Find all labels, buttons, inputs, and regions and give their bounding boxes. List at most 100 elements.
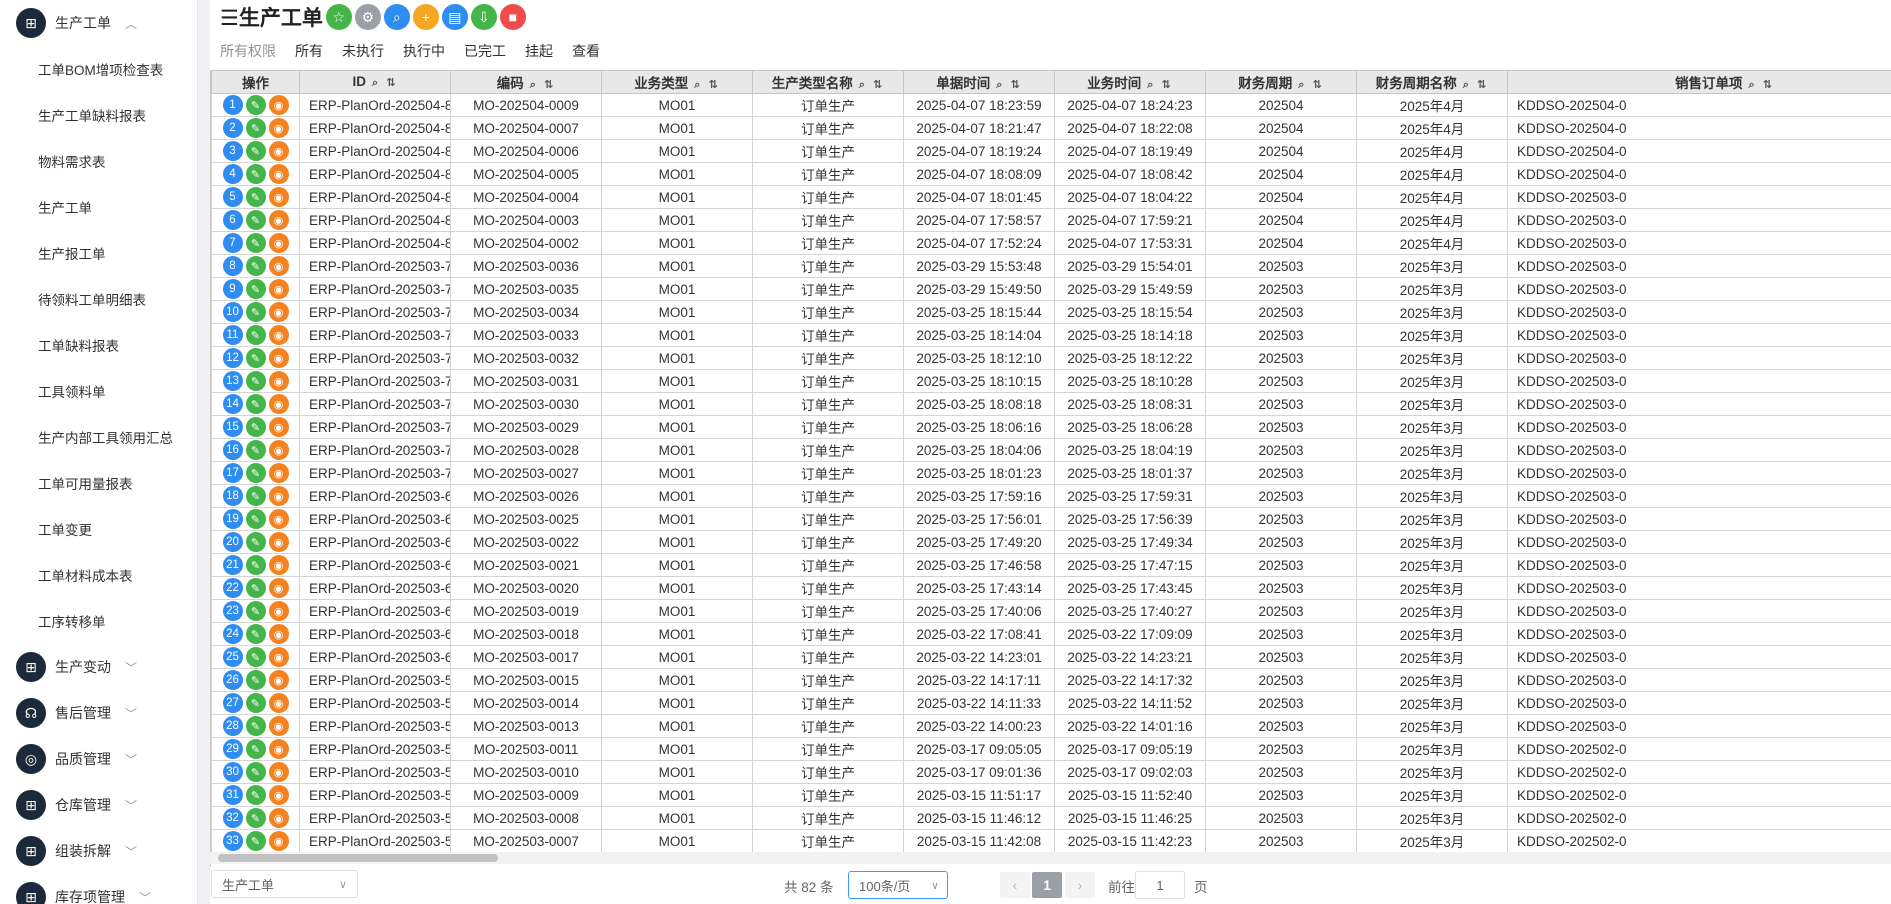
edit-icon[interactable]: ✎ <box>245 95 266 115</box>
next-page-button[interactable]: › <box>1065 872 1095 898</box>
menu-group[interactable]: ◎ 品质管理 ﹀ <box>0 736 197 782</box>
table-row[interactable]: 2 ✎ ◉ ERP-PlanOrd-202504-86 MO-202504-0007 MO… <box>211 116 1891 140</box>
tab-item[interactable]: 查看 <box>572 41 600 61</box>
edit-icon[interactable]: ✎ <box>245 785 266 805</box>
column-header-so_item[interactable]: 销售订单项 ⌕ ⇅ <box>1507 70 1891 94</box>
table-row[interactable]: 32 ✎ ◉ ERP-PlanOrd-202503-51 MO-202503-0008 M… <box>211 806 1891 830</box>
eye-icon[interactable]: ◉ <box>268 95 289 115</box>
edit-icon[interactable]: ✎ <box>245 233 266 253</box>
document-button[interactable]: ▤ <box>441 4 468 30</box>
filter-icon[interactable]: ⌕ <box>859 79 867 91</box>
table-row[interactable]: 30 ✎ ◉ ERP-PlanOrd-202503-53 MO-202503-0010 M… <box>211 760 1891 784</box>
sort-icon[interactable]: ⇅ <box>1161 79 1172 91</box>
filter-icon[interactable]: ⌕ <box>1147 79 1155 91</box>
eye-icon[interactable]: ◉ <box>268 233 289 253</box>
edit-icon[interactable]: ✎ <box>245 532 266 552</box>
submenu-item[interactable]: 物料需求表 <box>0 138 197 184</box>
table-row[interactable]: 9 ✎ ◉ ERP-PlanOrd-202503-78 MO-202503-0035 MO… <box>211 277 1891 301</box>
eye-icon[interactable]: ◉ <box>268 141 289 161</box>
eye-icon[interactable]: ◉ <box>268 555 289 575</box>
eye-icon[interactable]: ◉ <box>268 647 289 667</box>
edit-icon[interactable]: ✎ <box>245 509 266 529</box>
eye-icon[interactable]: ◉ <box>268 808 289 828</box>
table-row[interactable]: 5 ✎ ◉ ERP-PlanOrd-202504-83 MO-202504-0004 MO… <box>211 185 1891 209</box>
eye-icon[interactable]: ◉ <box>268 118 289 138</box>
edit-icon[interactable]: ✎ <box>245 394 266 414</box>
favorite-button[interactable]: ☆ <box>325 4 352 30</box>
submenu-item[interactable]: 工单材料成本表 <box>0 552 197 598</box>
edit-icon[interactable]: ✎ <box>245 118 266 138</box>
export-button[interactable]: ⇩ <box>470 4 497 30</box>
tab-item[interactable]: 所有 <box>295 41 323 61</box>
filter-icon[interactable]: ⌕ <box>372 77 380 89</box>
eye-icon[interactable]: ◉ <box>268 624 289 644</box>
edit-icon[interactable]: ✎ <box>245 256 266 276</box>
table-row[interactable]: 4 ✎ ◉ ERP-PlanOrd-202504-84 MO-202504-0005 MO… <box>211 162 1891 186</box>
eye-icon[interactable]: ◉ <box>268 279 289 299</box>
submenu-item[interactable]: 工序转移单 <box>0 598 197 644</box>
table-row[interactable]: 28 ✎ ◉ ERP-PlanOrd-202503-56 MO-202503-0013 M… <box>211 714 1891 738</box>
edit-icon[interactable]: ✎ <box>245 486 266 506</box>
eye-icon[interactable]: ◉ <box>268 785 289 805</box>
sort-icon[interactable]: ⇅ <box>873 79 884 91</box>
edit-icon[interactable]: ✎ <box>245 578 266 598</box>
edit-icon[interactable]: ✎ <box>245 417 266 437</box>
edit-icon[interactable]: ✎ <box>245 325 266 345</box>
menu-group[interactable]: ⊞ 组装拆解 ﹀ <box>0 828 197 874</box>
table-row[interactable]: 13 ✎ ◉ ERP-PlanOrd-202503-74 MO-202503-0031 M… <box>211 369 1891 393</box>
filter-icon[interactable]: ⌕ <box>1749 79 1757 91</box>
table-row[interactable]: 18 ✎ ◉ ERP-PlanOrd-202503-69 MO-202503-0026 M… <box>211 484 1891 508</box>
table-row[interactable]: 25 ✎ ◉ ERP-PlanOrd-202503-60 MO-202503-0017 M… <box>211 645 1891 669</box>
menu-group[interactable]: ⊞ 生产变动 ﹀ <box>0 644 197 690</box>
eye-icon[interactable]: ◉ <box>268 371 289 391</box>
settings-button[interactable]: ⚙ <box>354 4 381 30</box>
edit-icon[interactable]: ✎ <box>245 164 266 184</box>
filter-icon[interactable]: ⌕ <box>694 79 702 91</box>
eye-icon[interactable]: ◉ <box>268 440 289 460</box>
eye-icon[interactable]: ◉ <box>268 325 289 345</box>
submenu-item[interactable]: 生产工单缺料报表 <box>0 92 197 138</box>
eye-icon[interactable]: ◉ <box>268 302 289 322</box>
submenu-item[interactable]: 工单BOM增项检查表 <box>0 46 197 92</box>
table-row[interactable]: 10 ✎ ◉ ERP-PlanOrd-202503-77 MO-202503-0034 M… <box>211 300 1891 324</box>
menu-group[interactable]: ☊ 售后管理 ﹀ <box>0 690 197 736</box>
sort-icon[interactable]: ⇅ <box>1477 79 1488 91</box>
sort-icon[interactable]: ⇅ <box>708 79 719 91</box>
eye-icon[interactable]: ◉ <box>268 394 289 414</box>
table-row[interactable]: 12 ✎ ◉ ERP-PlanOrd-202503-75 MO-202503-0032 M… <box>211 346 1891 370</box>
edit-icon[interactable]: ✎ <box>245 831 266 851</box>
sort-icon[interactable]: ⇅ <box>1763 79 1774 91</box>
sidebar-scrollbar[interactable] <box>198 0 210 904</box>
table-row[interactable]: 14 ✎ ◉ ERP-PlanOrd-202503-73 MO-202503-0030 M… <box>211 392 1891 416</box>
column-header-biz_type[interactable]: 业务类型 ⌕ ⇅ <box>601 70 753 94</box>
edit-icon[interactable]: ✎ <box>245 302 266 322</box>
edit-icon[interactable]: ✎ <box>245 624 266 644</box>
eye-icon[interactable]: ◉ <box>268 509 289 529</box>
tab-item[interactable]: 所有权限 <box>220 41 276 61</box>
table-row[interactable]: 17 ✎ ◉ ERP-PlanOrd-202503-70 MO-202503-0027 M… <box>211 461 1891 485</box>
goto-page-input[interactable]: 1 <box>1135 871 1185 899</box>
menu-group-production-order[interactable]: ⊞ 生产工单 ︿ <box>0 0 197 46</box>
submenu-item[interactable]: 工单缺料报表 <box>0 322 197 368</box>
edit-icon[interactable]: ✎ <box>245 371 266 391</box>
eye-icon[interactable]: ◉ <box>268 463 289 483</box>
sort-icon[interactable]: ⇅ <box>544 79 555 91</box>
submenu-item[interactable]: 生产报工单 <box>0 230 197 276</box>
filter-icon[interactable]: ⌕ <box>1463 79 1471 91</box>
filter-icon[interactable]: ⌕ <box>996 79 1004 91</box>
eye-icon[interactable]: ◉ <box>268 762 289 782</box>
edit-icon[interactable]: ✎ <box>245 670 266 690</box>
edit-icon[interactable]: ✎ <box>245 279 266 299</box>
edit-icon[interactable]: ✎ <box>245 141 266 161</box>
eye-icon[interactable]: ◉ <box>268 486 289 506</box>
menu-group[interactable]: ⊞ 仓库管理 ﹀ <box>0 782 197 828</box>
eye-icon[interactable]: ◉ <box>268 210 289 230</box>
stop-button[interactable]: ■ <box>499 4 526 30</box>
edit-icon[interactable]: ✎ <box>245 348 266 368</box>
submenu-item[interactable]: 工单变更 <box>0 506 197 552</box>
edit-icon[interactable]: ✎ <box>245 739 266 759</box>
search-button[interactable]: ⌕ <box>383 4 410 30</box>
submenu-item[interactable]: 工单可用量报表 <box>0 460 197 506</box>
scrollbar-thumb[interactable] <box>218 854 498 862</box>
column-header-fin_period_name[interactable]: 财务周期名称 ⌕ ⇅ <box>1356 70 1508 94</box>
